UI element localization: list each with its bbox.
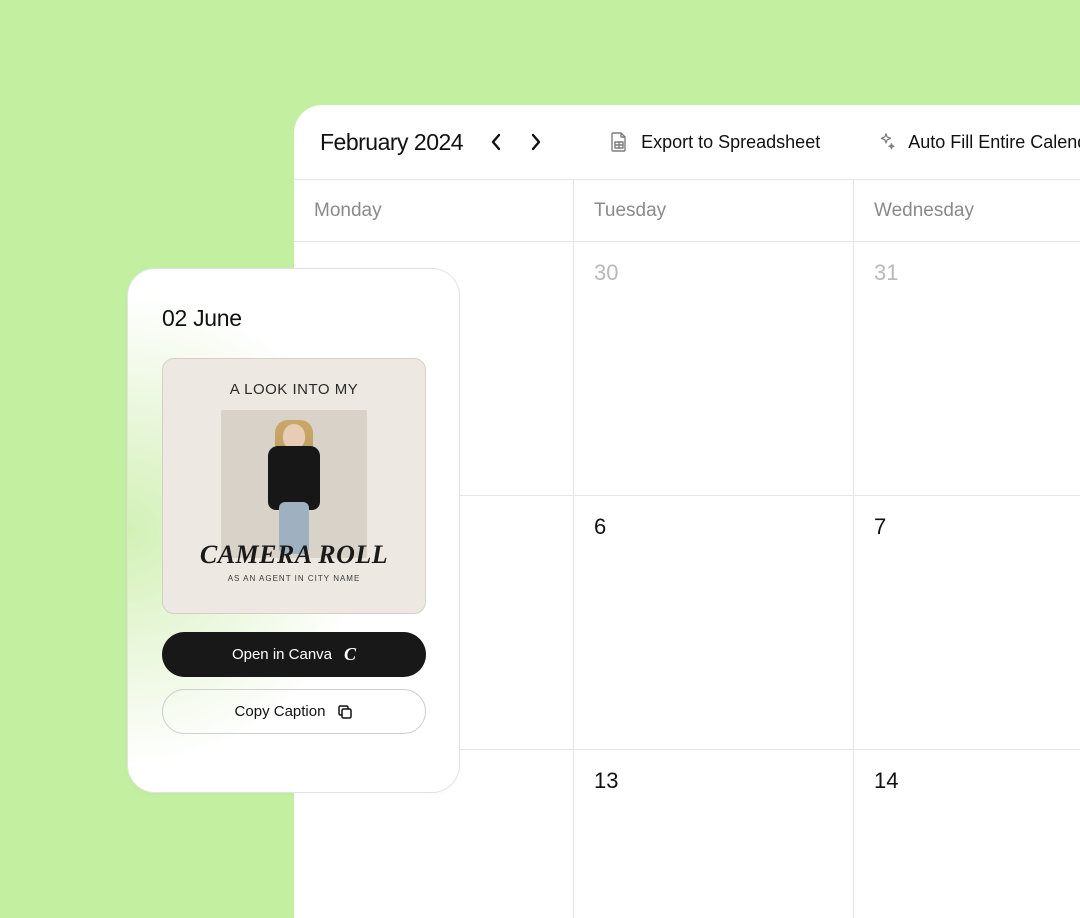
calendar-cell[interactable]: 6 — [574, 496, 854, 750]
day-number: 30 — [594, 260, 618, 285]
calendar-cell[interactable]: 30 — [574, 242, 854, 496]
copy-caption-label: Copy Caption — [235, 703, 326, 720]
post-media-tile[interactable]: A LOOK INTO MY CAMERA ROLL AS AN AGENT I… — [162, 358, 426, 614]
chevron-right-icon — [530, 133, 542, 151]
calendar-toolbar: February 2024 Export to Spreadsheet — [294, 105, 1080, 180]
day-number: 6 — [594, 514, 606, 539]
calendar-nav — [487, 133, 545, 151]
calendar-cell[interactable]: 13 — [574, 750, 854, 918]
auto-fill-button[interactable]: Auto Fill Entire Calendar — [876, 131, 1080, 153]
copy-caption-button[interactable]: Copy Caption — [162, 689, 426, 734]
calendar-cell[interactable]: 7 — [854, 496, 1080, 750]
export-spreadsheet-label: Export to Spreadsheet — [641, 132, 820, 153]
open-in-canva-label: Open in Canva — [232, 646, 332, 663]
chevron-left-icon — [490, 133, 502, 151]
day-number: 14 — [874, 768, 898, 793]
spreadsheet-icon — [609, 131, 629, 153]
day-header-wednesday: Wednesday — [854, 180, 1080, 241]
post-preview-popover: 02 June A LOOK INTO MY CAMERA ROLL AS AN… — [127, 268, 460, 793]
calendar-cell[interactable]: 14 — [854, 750, 1080, 918]
day-number: 13 — [594, 768, 618, 793]
calendar-title: February 2024 — [320, 129, 463, 156]
sparkle-icon — [876, 131, 896, 153]
copy-icon — [337, 704, 353, 720]
auto-fill-label: Auto Fill Entire Calendar — [908, 132, 1080, 153]
export-spreadsheet-button[interactable]: Export to Spreadsheet — [609, 131, 820, 153]
media-sub-text: AS AN AGENT IN CITY NAME — [228, 574, 361, 583]
calendar-day-header-row: Monday Tuesday Wednesday — [294, 180, 1080, 242]
next-month-button[interactable] — [527, 133, 545, 151]
day-header-tuesday: Tuesday — [574, 180, 854, 241]
media-top-text: A LOOK INTO MY — [230, 381, 358, 398]
open-in-canva-button[interactable]: Open in Canva C — [162, 632, 426, 677]
media-photo — [221, 410, 367, 558]
prev-month-button[interactable] — [487, 133, 505, 151]
day-number: 31 — [874, 260, 898, 285]
day-number: 7 — [874, 514, 886, 539]
canva-icon: C — [344, 644, 356, 665]
day-header-monday: Monday — [294, 180, 574, 241]
media-bottom-text: CAMERA ROLL — [200, 540, 388, 570]
popover-date: 02 June — [162, 305, 425, 332]
calendar-cell[interactable]: 31 — [854, 242, 1080, 496]
